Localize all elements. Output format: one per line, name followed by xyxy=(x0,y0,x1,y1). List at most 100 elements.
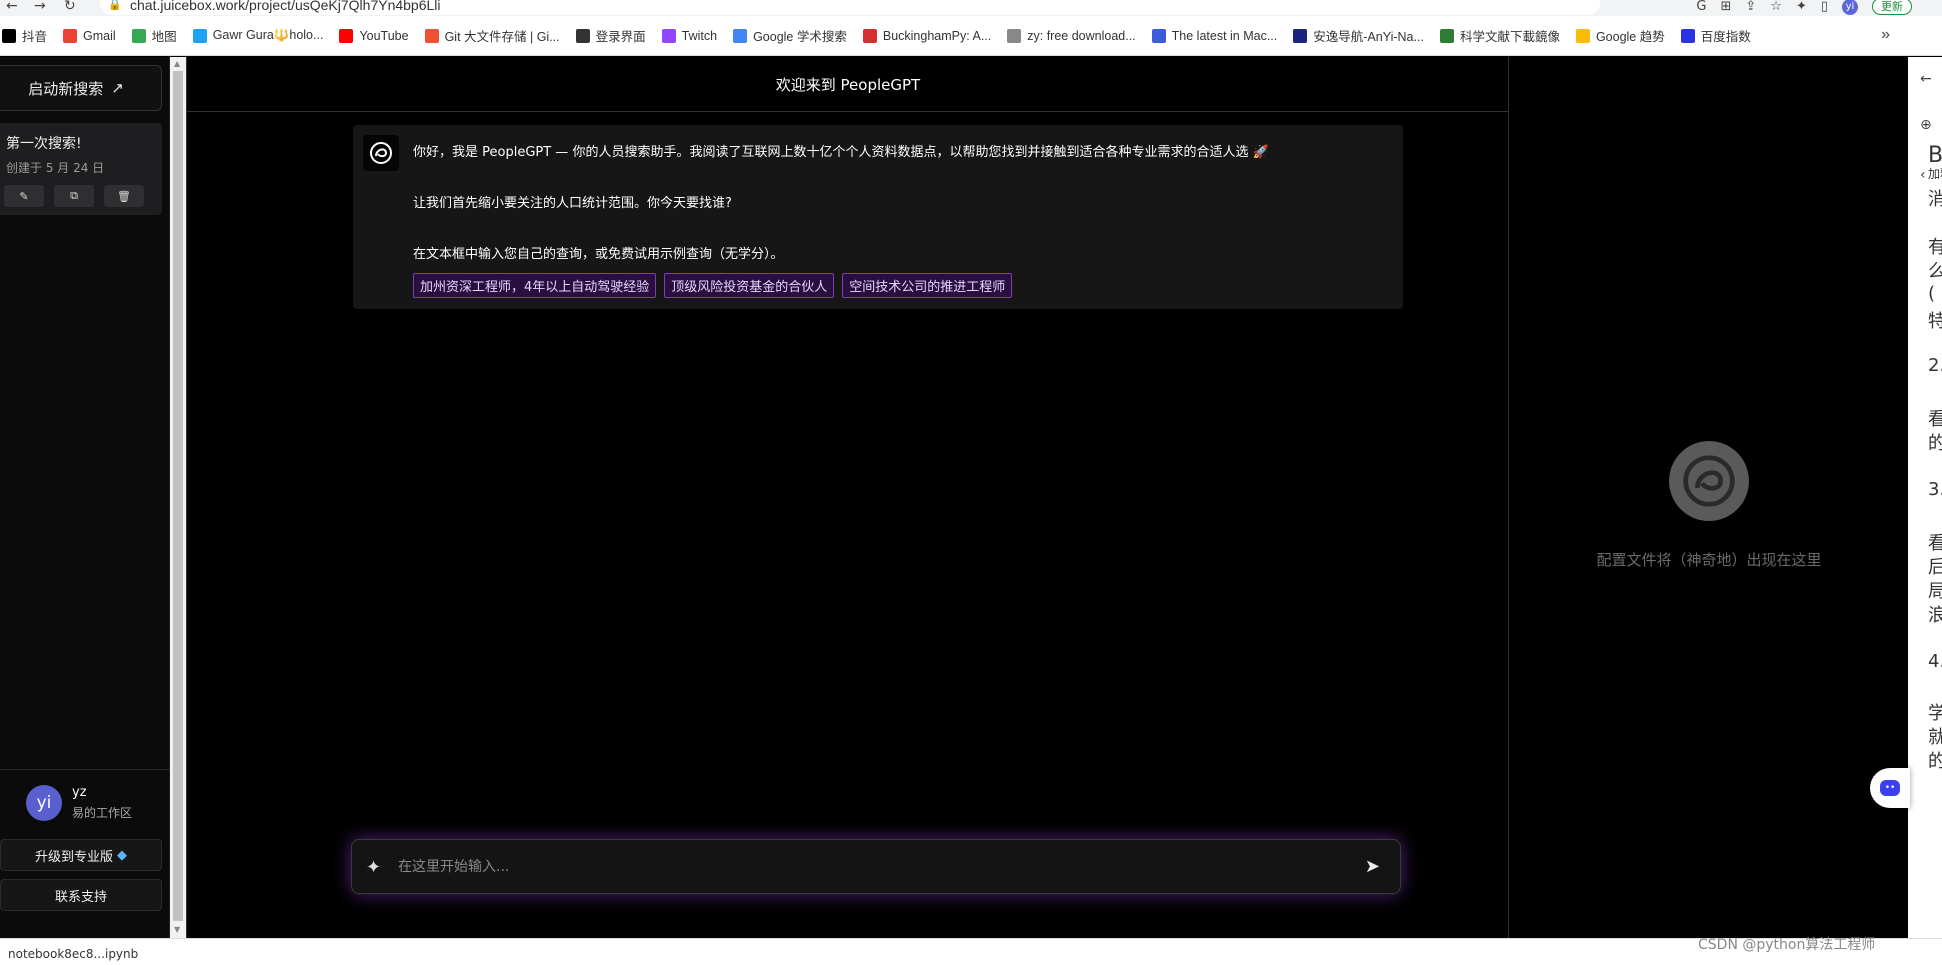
bookmark-label: 百度指数 xyxy=(1700,30,1751,44)
upgrade-button[interactable]: 升级到专业版 ◆ xyxy=(0,839,162,871)
git-icon xyxy=(424,28,439,43)
update-button[interactable]: 更新 xyxy=(1872,0,1912,15)
youtube-icon xyxy=(339,28,354,43)
scroll-up-icon[interactable]: ▲ xyxy=(174,59,180,68)
bookmark-label: YouTube xyxy=(359,28,409,43)
support-button[interactable]: 联系支持 xyxy=(0,879,162,911)
bookmark-item[interactable]: 科学文献下載鏡像 xyxy=(1439,26,1560,45)
user-profile[interactable]: yi yz 易的工作区 xyxy=(26,785,132,821)
message-line-question: 让我们首先缩小要关注的人口统计范围。你今天要找谁? xyxy=(413,196,732,211)
bookmark-item[interactable]: Google 学术搜索 xyxy=(733,26,847,45)
robot-face-icon: •• xyxy=(1880,780,1900,796)
translate-icon[interactable]: ⊞ xyxy=(1720,0,1731,14)
bookmark-label: Google 学术搜索 xyxy=(753,30,847,44)
bookmark-item[interactable]: Git 大文件存储 | Gi... xyxy=(424,26,560,45)
bookmark-item[interactable]: The latest in Mac... xyxy=(1151,28,1278,43)
side-panel-text: 看 xyxy=(1928,533,1942,554)
sidepanel-icon[interactable]: ▯ xyxy=(1821,0,1828,14)
chat-input-box: ✦ ➤ xyxy=(351,839,1401,894)
side-panel-text: 3. xyxy=(1928,479,1942,500)
side-panel-text: 的 xyxy=(1928,751,1942,772)
bookmark-label: Gawr Gura🔱holo... xyxy=(212,28,324,42)
sidebar: 启动新搜索 ↗ 第一次搜索! 创建于 5 月 24 日 ✎ ⧉ 🗑 yi yz … xyxy=(0,57,170,938)
example-query-chip[interactable]: 空间技术公司的推进工程师 xyxy=(842,273,1013,298)
example-query-chip[interactable]: 加州资深工程师，4年以上自动驾驶经验 xyxy=(413,273,657,298)
bookmark-item[interactable]: 地图 xyxy=(131,26,177,45)
side-panel-text: 特 xyxy=(1928,311,1942,332)
message-line-intro: 你好，我是 PeopleGPT — 你的人员搜索助手。我阅读了互联网上数十亿个个… xyxy=(413,145,1269,160)
side-panel-text: 4. xyxy=(1928,651,1942,672)
new-search-label: 启动新搜索 xyxy=(28,79,104,98)
lock-icon: 🔒 xyxy=(108,0,122,11)
example-query-list: 加州资深工程师，4年以上自动驾驶经验 顶级风险投资基金的合伙人 空间技术公司的推… xyxy=(413,273,1013,298)
globe-icon[interactable]: ⊕ xyxy=(1920,117,1932,133)
bookmark-label: Git 大文件存储 | Gi... xyxy=(444,30,560,44)
scroll-down-icon[interactable]: ▼ xyxy=(174,925,180,934)
trends-icon xyxy=(1575,28,1590,43)
side-panel-text: 消 xyxy=(1928,189,1942,210)
bookmark-label: BuckinghamPy: A... xyxy=(882,28,992,43)
bookmark-item[interactable]: zy: free download... xyxy=(1007,28,1136,43)
bookmark-item[interactable]: 安逸导航-AnYi-Na... xyxy=(1293,26,1424,45)
side-panel-text: 么 xyxy=(1928,261,1942,282)
forward-icon[interactable]: → xyxy=(34,0,46,14)
star-icon[interactable]: ☆ xyxy=(1770,0,1782,14)
mac-icon xyxy=(1151,28,1166,43)
trash-icon[interactable]: 🗑 xyxy=(104,185,144,207)
scholar-icon xyxy=(733,28,748,43)
peoplegpt-logo-icon xyxy=(363,135,399,171)
side-panel-text: ( xyxy=(1928,283,1936,304)
bookmark-label: 登录界面 xyxy=(595,30,646,44)
bookmark-label: The latest in Mac... xyxy=(1171,28,1278,43)
user-workspace: 易的工作区 xyxy=(72,806,133,820)
bookmark-label: 科学文献下載鏡像 xyxy=(1459,30,1560,44)
google-icon[interactable]: G xyxy=(1696,0,1706,14)
example-query-chip[interactable]: 顶级风险投资基金的合伙人 xyxy=(664,273,835,298)
bookmarks-overflow-icon[interactable]: » xyxy=(1881,26,1890,44)
bookmark-item[interactable]: Gawr Gura🔱holo... xyxy=(192,28,324,43)
diamond-icon: ◆ xyxy=(117,847,127,863)
globe-icon xyxy=(575,28,590,43)
chat-input[interactable] xyxy=(398,850,1298,884)
extensions-icon[interactable]: ✦ xyxy=(1796,0,1807,14)
side-panel-text: 加释 xyxy=(1928,167,1942,181)
address-bar[interactable]: 🔒 chat.juicebox.work/project/usQeKj7Qlh7… xyxy=(100,0,1600,15)
upgrade-label: 升级到专业版 xyxy=(34,849,113,865)
side-panel-text: 局 xyxy=(1928,581,1942,602)
scroll-thumb[interactable] xyxy=(173,71,183,921)
bookmark-item[interactable]: Gmail xyxy=(63,28,116,43)
bookmark-label: 地图 xyxy=(151,30,177,44)
bookmark-item[interactable]: Google 趋势 xyxy=(1575,26,1665,45)
download-file[interactable]: notebook8ec8...ipynb xyxy=(8,947,138,961)
edit-icon[interactable]: ✎ xyxy=(4,185,44,207)
y-icon xyxy=(862,28,877,43)
bookmark-label: Gmail xyxy=(83,28,116,43)
bookmark-item[interactable]: 抖音 xyxy=(2,26,47,45)
bookmark-item[interactable]: Twitch xyxy=(661,28,717,43)
external-arrow-icon: ↗ xyxy=(111,79,124,97)
sidebar-scrollbar[interactable]: ▲ ▼ xyxy=(170,57,186,938)
assistant-float-button[interactable]: •• xyxy=(1870,768,1910,808)
share-icon[interactable]: ⇪ xyxy=(1745,0,1756,14)
bookmark-item[interactable]: 百度指数 xyxy=(1680,26,1751,45)
back-icon[interactable]: ← xyxy=(6,0,18,14)
gmail-icon xyxy=(63,28,78,43)
bookmark-item[interactable]: BuckinghamPy: A... xyxy=(862,28,992,43)
arrow-left-icon[interactable]: ← xyxy=(1920,71,1932,87)
chat-history-item[interactable]: 第一次搜索! 创建于 5 月 24 日 ✎ ⧉ 🗑 xyxy=(0,123,162,215)
chevron-left-icon[interactable]: ‹ xyxy=(1920,167,1926,183)
new-search-button[interactable]: 启动新搜索 ↗ xyxy=(0,65,162,111)
profile-avatar[interactable]: yi xyxy=(1842,0,1858,15)
anyi-icon xyxy=(1293,28,1308,43)
reload-icon[interactable]: ↻ xyxy=(64,0,76,14)
assistant-message: 你好，我是 PeopleGPT — 你的人员搜索助手。我阅读了互联网上数十亿个个… xyxy=(353,125,1403,309)
avatar: yi xyxy=(26,785,62,821)
bookmark-item[interactable]: YouTube xyxy=(339,28,409,43)
side-panel-text: 浪 xyxy=(1928,605,1942,626)
copy-icon[interactable]: ⧉ xyxy=(54,185,94,207)
bookmark-item[interactable]: 登录界面 xyxy=(575,26,646,45)
watermark: CSDN @python算法工程师 xyxy=(1698,937,1876,953)
peoplegpt-placeholder-logo-icon xyxy=(1669,441,1749,521)
bookmark-label: Google 趋势 xyxy=(1595,30,1665,44)
send-icon[interactable]: ➤ xyxy=(1365,856,1380,877)
